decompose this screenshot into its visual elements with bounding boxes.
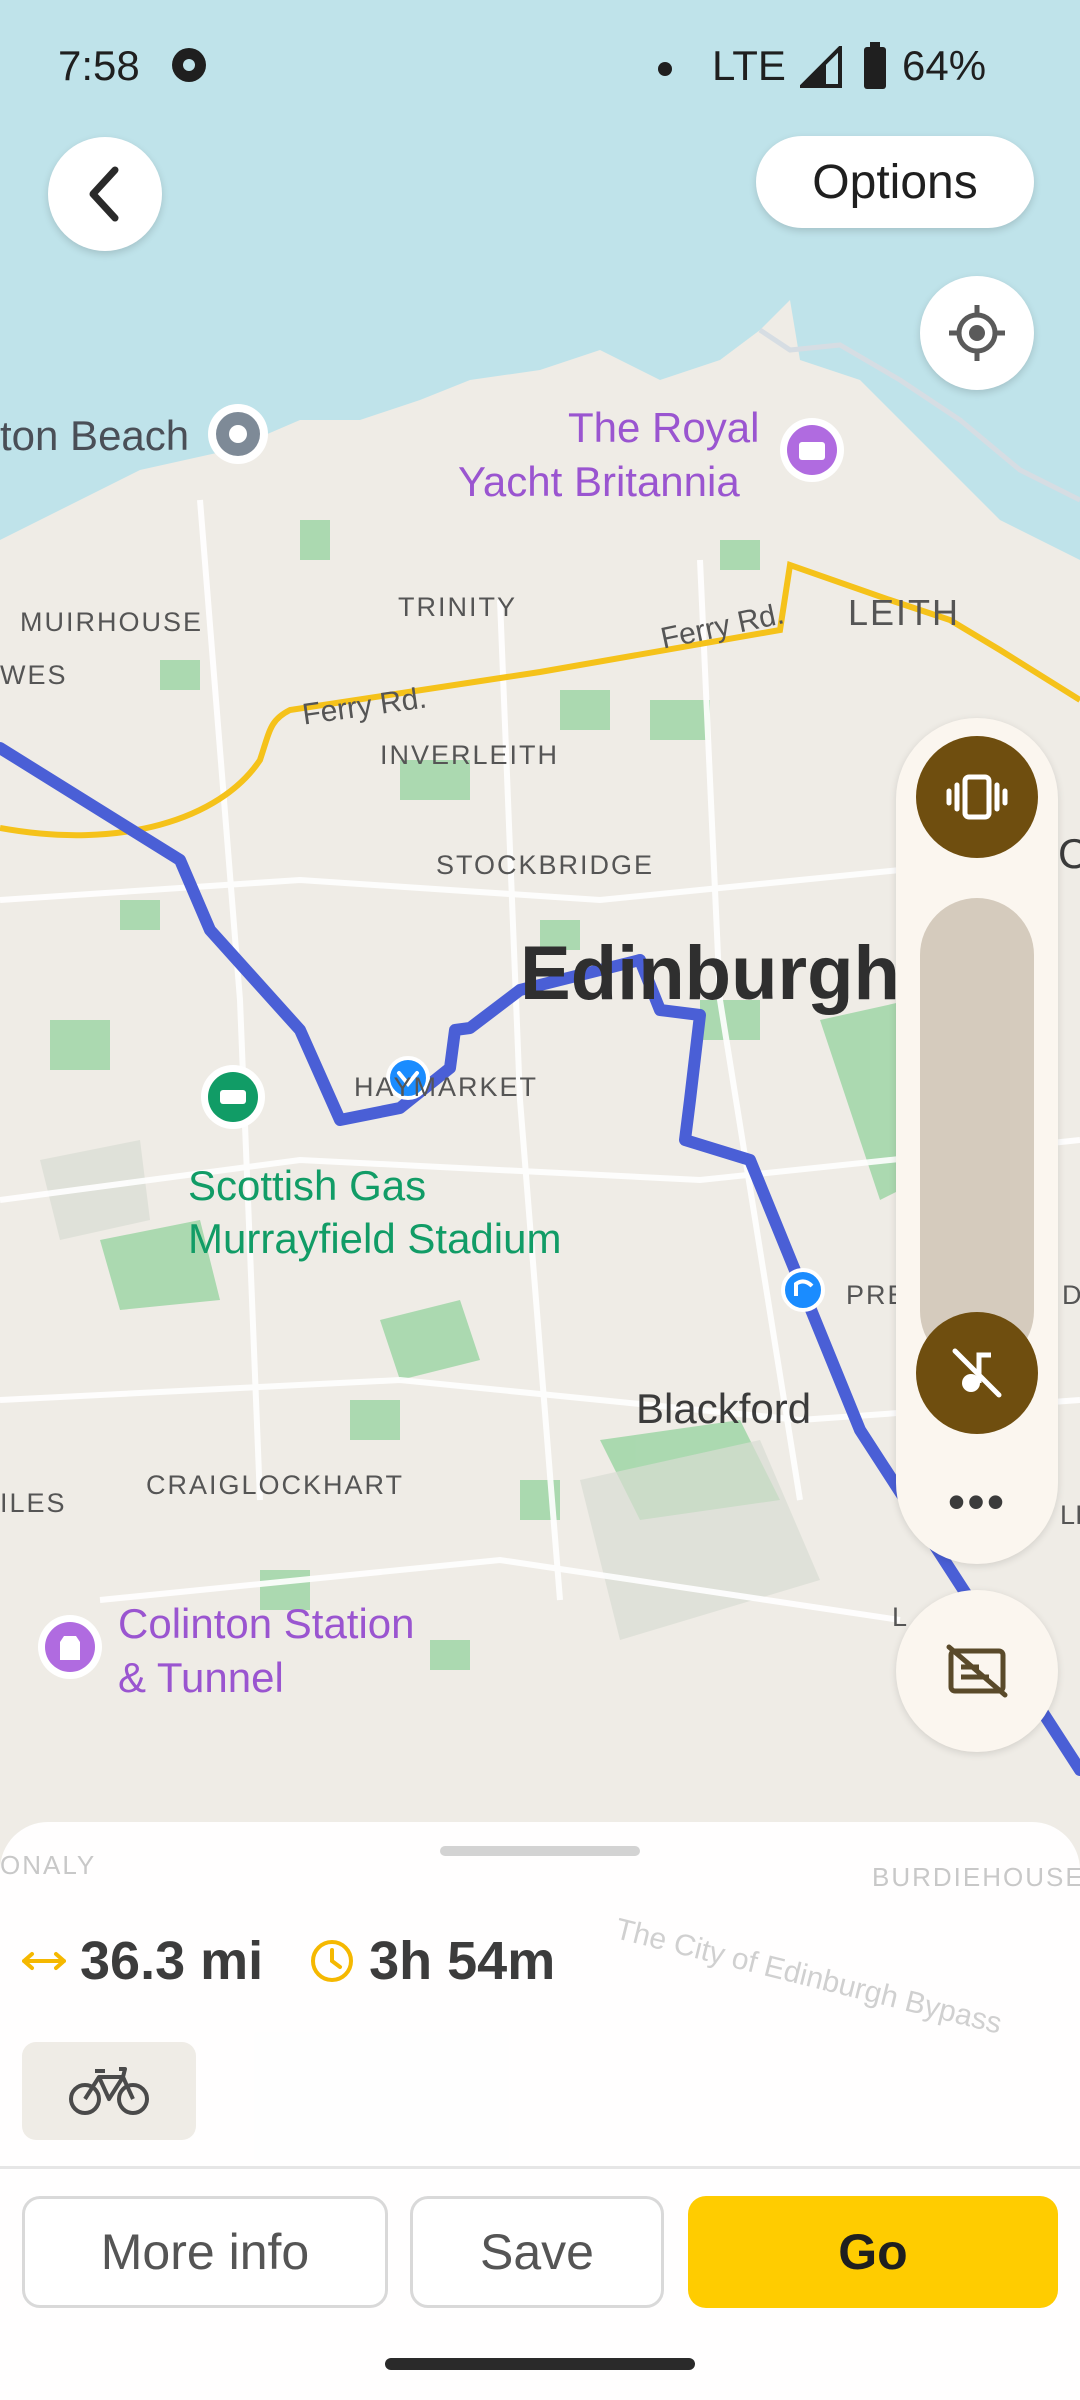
- map-label-stockbridge: STOCKBRIDGE: [436, 850, 655, 880]
- music-off-icon: [952, 1348, 1002, 1398]
- travel-mode-chip[interactable]: [22, 2042, 196, 2140]
- signal-icon: [800, 46, 842, 88]
- volume-more-button[interactable]: •••: [896, 1473, 1058, 1531]
- clock-icon: [311, 1940, 354, 1982]
- map-label-stadium-line2: Murrayfield Stadium: [188, 1215, 562, 1262]
- status-battery: 64%: [902, 42, 987, 89]
- mute-button[interactable]: [916, 1312, 1038, 1434]
- chevron-left-icon: [89, 166, 119, 222]
- map-label-colinton-line1: Colinton Station: [118, 1600, 415, 1647]
- duration-group: 3h 54m: [309, 1930, 555, 1992]
- map-label-trinity: TRINITY: [398, 592, 517, 622]
- go-button[interactable]: Go: [688, 2196, 1058, 2308]
- options-button[interactable]: Options: [756, 136, 1034, 228]
- screen-record-icon: [172, 48, 206, 82]
- map-label-c-edge: C: [1058, 830, 1080, 877]
- status-network: LTE: [712, 42, 786, 89]
- map-label-d-edge: D: [1062, 1280, 1080, 1310]
- crosshair-icon: [949, 305, 1005, 361]
- battery-icon: [864, 42, 886, 89]
- status-time: 7:58: [58, 42, 140, 89]
- bicycle-icon: [69, 2067, 149, 2115]
- save-button[interactable]: Save: [410, 2196, 664, 2308]
- volume-slider[interactable]: [920, 898, 1034, 1368]
- more-info-button[interactable]: More info: [22, 2196, 388, 2308]
- distance-group: 36.3 mi: [22, 1930, 263, 1992]
- vibrate-mode-button[interactable]: [916, 736, 1038, 858]
- map-label-haymarket: HAYMARKET: [354, 1072, 539, 1102]
- map-label-iles: ILES: [0, 1488, 67, 1518]
- map-label-wes: WES: [0, 660, 68, 690]
- live-caption-button[interactable]: [896, 1590, 1058, 1752]
- map-label-burdiehouse: BURDIEHOUSE: [872, 1862, 1080, 1892]
- route-duration: 3h 54m: [369, 1931, 556, 1991]
- my-location-button[interactable]: [920, 276, 1034, 390]
- vibrate-icon: [946, 774, 1008, 820]
- route-stats: 36.3 mi 3h 54m: [22, 1926, 601, 1996]
- map-label-beach: ton Beach: [0, 412, 190, 459]
- map-label-l-edge: L: [892, 1602, 908, 1632]
- map-label-inverleith: INVERLEITH: [380, 740, 560, 770]
- sheet-drag-handle[interactable]: [440, 1846, 640, 1856]
- map-label-colinton-line2: & Tunnel: [118, 1654, 284, 1701]
- map-label-stadium-line1: Scottish Gas: [188, 1162, 427, 1209]
- distance-arrows-icon: [22, 1952, 66, 1970]
- map-label-li-edge: LI: [1060, 1500, 1080, 1530]
- map-label-yacht-line2: Yacht Britannia: [458, 458, 740, 505]
- map-label-edinburgh: Edinburgh: [520, 931, 900, 1016]
- home-indicator[interactable]: [385, 2358, 695, 2370]
- route-distance: 36.3 mi: [80, 1931, 264, 1991]
- notification-dot-icon: [658, 62, 672, 76]
- volume-panel: •••: [896, 718, 1058, 1564]
- sheet-divider: [0, 2166, 1080, 2169]
- map-label-muirhouse: MUIRHOUSE: [20, 607, 204, 637]
- map-label-blackford: Blackford: [636, 1385, 812, 1432]
- map-label-craiglockhart: CRAIGLOCKHART: [146, 1470, 405, 1500]
- status-bar: 7:58 LTE 64%: [0, 0, 1080, 130]
- map-label-yacht-line1: The Royal: [568, 404, 760, 451]
- back-button[interactable]: [48, 137, 162, 251]
- map-label-onaly: ONALY: [0, 1850, 97, 1880]
- map-label-leith: LEITH: [848, 592, 961, 633]
- captions-off-icon: [946, 1644, 1008, 1698]
